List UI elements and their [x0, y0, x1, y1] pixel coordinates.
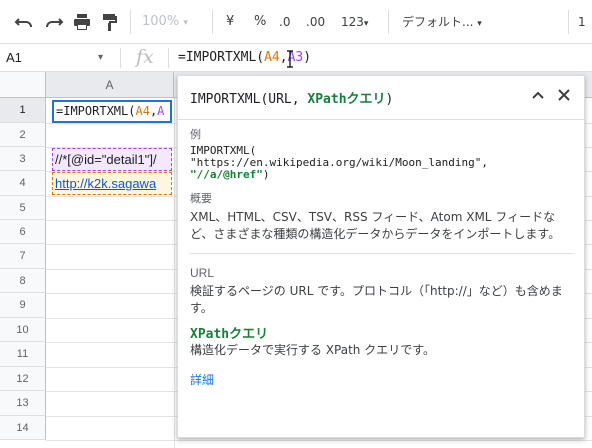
row-header[interactable]: 11 — [0, 342, 46, 367]
close-icon[interactable] — [554, 86, 574, 106]
formula-bar-divider — [120, 48, 121, 68]
cell-a4[interactable]: http://k2k.sagawa — [52, 172, 172, 195]
undo-icon[interactable] — [14, 10, 34, 34]
toolbar-divider — [212, 10, 213, 34]
function-signature: IMPORTXML(URL, XPathクエリ) — [190, 88, 393, 107]
example-highlight: "//a/@href" — [190, 168, 263, 181]
example-line: "//a/@href") — [190, 169, 574, 181]
zoom-value: 100% — [142, 14, 180, 29]
row-header[interactable]: 4 — [0, 171, 46, 196]
example-code: IMPORTXML( "https://en.wikipedia.org/wik… — [190, 145, 574, 181]
row-header[interactable]: 6 — [0, 220, 46, 244]
grid-line — [46, 440, 592, 441]
name-box[interactable]: A1 — [6, 44, 22, 72]
column-header-a[interactable]: A — [46, 72, 174, 98]
paint-format-icon[interactable] — [100, 10, 120, 34]
decrease-decimal-button[interactable]: .0 — [279, 10, 290, 34]
row-header[interactable]: 13 — [0, 391, 46, 416]
section-divider — [190, 253, 574, 254]
number-format-select[interactable]: 123▾ — [341, 10, 368, 34]
function-help-header: IMPORTXML(URL, XPathクエリ) — [178, 76, 584, 120]
toolbar-divider — [388, 10, 389, 34]
formula-function: =IMPORTXML( — [178, 50, 265, 65]
grid-line — [174, 98, 175, 448]
cell-a3[interactable]: //*[@id="detail1"]/ — [52, 148, 172, 171]
summary-text: XML、HTML、CSV、TSV、RSS フィード、Atom XML フィードな… — [190, 210, 561, 241]
currency-format-button[interactable]: ¥ — [226, 10, 234, 34]
param-xpath-text: 構造化データで実行する XPath クエリです。 — [190, 343, 436, 357]
row-header[interactable]: 14 — [0, 416, 46, 440]
param-xpath-label: XPathクエリ — [190, 327, 269, 342]
row-header[interactable]: 10 — [0, 318, 46, 342]
redo-icon[interactable] — [44, 10, 64, 34]
row-header[interactable]: 3 — [0, 147, 46, 171]
zoom-select[interactable]: 100% ▾ — [142, 10, 188, 34]
formula-bar-divider — [168, 48, 169, 68]
select-all-corner[interactable] — [0, 72, 46, 98]
row-header[interactable]: 9 — [0, 293, 46, 318]
row-header[interactable]: 1 — [0, 98, 46, 123]
summary-label: 概要 — [190, 193, 212, 205]
example-close-paren: ) — [262, 168, 270, 181]
chevron-down-icon: ▾ — [183, 18, 188, 28]
learn-more-link[interactable]: 詳細 — [190, 371, 574, 388]
function-help-popup: IMPORTXML(URL, XPathクエリ) 例 IMPORTXML( "h… — [177, 75, 585, 438]
chevron-down-icon[interactable]: ▾ — [98, 50, 103, 66]
row-header[interactable]: 12 — [0, 367, 46, 391]
example-label: 例 — [190, 129, 201, 141]
formula-close-paren: ) — [303, 50, 312, 65]
row-header[interactable]: 5 — [0, 196, 46, 220]
signature-close-paren: ) — [385, 92, 394, 107]
formula-ref-a4: A4 — [264, 50, 280, 65]
toolbar-divider — [130, 10, 131, 34]
text-cursor-icon — [287, 50, 293, 68]
active-parameter: XPathクエリ — [307, 92, 386, 107]
toolbar-divider — [568, 10, 569, 34]
fx-icon: fx — [136, 46, 154, 68]
param-url-text: 検証するページの URL です。プロトコル（「http://」など）も含めます。 — [190, 284, 563, 315]
function-help-body: 例 IMPORTXML( "https://en.wikipedia.org/w… — [190, 126, 574, 388]
chevron-down-icon: ▾ — [363, 19, 369, 29]
chevron-down-icon: ▾ — [477, 19, 482, 29]
cell-a1[interactable]: =IMPORTXML(A4,A — [52, 100, 172, 123]
percent-format-button[interactable]: % — [254, 10, 266, 34]
cell-a1-function: =IMPORTXML( — [56, 104, 136, 118]
toolbar: 100% ▾ ¥ % .0 .00 123▾ デフォルト... ▾ 1 — [0, 0, 592, 44]
increase-decimal-button[interactable]: .00 — [306, 10, 325, 34]
font-family-value: デフォルト... — [402, 15, 474, 29]
font-size-select[interactable]: 1 — [578, 10, 586, 34]
formula-bar: A1 ▾ fx =IMPORTXML(A4,A3) — [0, 44, 592, 72]
function-name: IMPORTXML(URL, — [190, 92, 308, 107]
print-icon[interactable] — [72, 10, 92, 34]
param-url-label: URL — [190, 266, 215, 280]
row-header[interactable]: 8 — [0, 269, 46, 293]
row-header[interactable]: 2 — [0, 123, 46, 147]
cell-a1-tail: A — [157, 104, 165, 118]
cell-a1-ref: A4 — [135, 104, 150, 118]
font-family-select[interactable]: デフォルト... ▾ — [402, 10, 482, 34]
number-format-value: 123 — [341, 15, 364, 29]
collapse-icon[interactable] — [528, 86, 548, 106]
row-header[interactable]: 7 — [0, 244, 46, 269]
